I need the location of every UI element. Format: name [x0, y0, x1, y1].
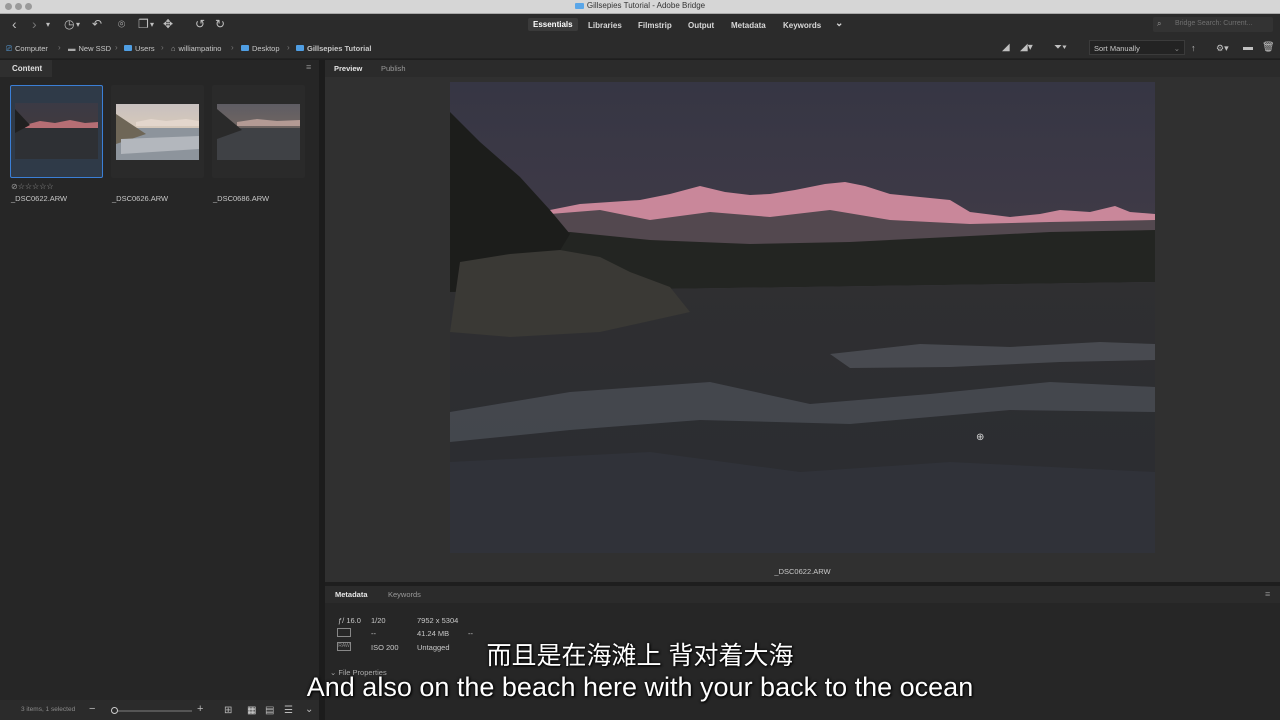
breadcrumb-separator: › — [231, 43, 234, 52]
trash-icon[interactable]: 🗑 — [1262, 40, 1275, 56]
slider-handle[interactable] — [111, 707, 118, 714]
thumbnail-item[interactable] — [212, 85, 305, 178]
thumbnail-size-slider[interactable] — [114, 710, 192, 712]
preview-filename: _DSC0622.ARW — [774, 567, 831, 576]
breadcrumb-separator: › — [161, 43, 164, 52]
workspace-libraries-tab[interactable]: Libraries — [588, 21, 622, 30]
metadata-panel-menu-icon[interactable]: ≡ — [1265, 589, 1270, 599]
rating-stars[interactable]: ⊘☆☆☆☆☆ — [11, 182, 54, 191]
tab-content[interactable]: Content — [0, 60, 52, 77]
workspace-output-tab[interactable]: Output — [688, 21, 714, 30]
rotate-left-icon[interactable]: ↺ — [195, 16, 205, 32]
new-folder-icon[interactable]: ▬ — [1243, 40, 1253, 56]
tab-preview[interactable]: Preview — [334, 64, 362, 73]
grid-lock-icon[interactable]: ⊞ — [224, 705, 232, 716]
workspace-essentials-tab[interactable]: Essentials — [528, 18, 578, 31]
forward-arrow-icon[interactable]: › — [32, 16, 37, 32]
bridge-search-input[interactable]: ⌕ Bridge Search: Current... — [1153, 17, 1273, 32]
dimensions-value: 7952 x 5304 — [417, 616, 459, 625]
folder-icon — [241, 45, 249, 51]
preview-image[interactable] — [450, 82, 1155, 553]
back-arrow-icon[interactable]: ‹ — [12, 16, 17, 32]
drive-icon: ▬ — [68, 44, 76, 53]
copy-dropdown-icon[interactable]: ▾ — [150, 17, 154, 33]
sort-select[interactable]: Sort Manually ⌄ — [1089, 40, 1185, 55]
selection-status: 3 items, 1 selected — [21, 706, 76, 713]
tab-metadata[interactable]: Metadata — [335, 590, 368, 599]
recent-files-icon[interactable]: ◷ — [64, 16, 74, 32]
breadcrumb-new-ssd[interactable]: ▬ New SSD — [68, 44, 111, 53]
thumbnail-filename: _DSC0626.ARW — [112, 194, 169, 203]
breadcrumb-separator: › — [58, 43, 61, 52]
refine-icon[interactable]: ✥ — [163, 16, 173, 32]
copy-to-icon[interactable]: ❐ — [138, 16, 149, 32]
thumbnail-filename: _DSC0622.ARW — [11, 194, 68, 203]
workspace-filmstrip-tab[interactable]: Filmstrip — [638, 21, 672, 30]
folder-icon — [296, 45, 304, 51]
filter-items-icon[interactable]: ⏷▾ — [1054, 40, 1067, 56]
workspace-more-icon[interactable]: ⌄ — [835, 18, 843, 29]
folder-icon — [574, 2, 584, 9]
search-icon: ⌕ — [1157, 19, 1162, 28]
thumbnail-image — [15, 103, 98, 159]
open-recent-icon[interactable]: ⚙▾ — [1216, 40, 1229, 56]
loupe-cursor-icon: ⊕ — [976, 432, 985, 443]
breadcrumb-gillsepies-tutorial[interactable]: Gillsepies Tutorial — [296, 44, 371, 53]
subtitle-english: And also on the beach here with your bac… — [306, 672, 974, 702]
tab-publish[interactable]: Publish — [381, 64, 406, 73]
rotate-right-icon[interactable]: ↻ — [215, 16, 225, 32]
view-list-icon[interactable]: ☰ — [284, 705, 293, 716]
breadcrumb-users[interactable]: Users — [124, 44, 155, 53]
breadcrumb-desktop[interactable]: Desktop — [241, 44, 280, 53]
get-photos-camera-icon[interactable]: ⌾ — [118, 16, 125, 32]
thumbnail-filename: _DSC0686.ARW — [213, 194, 270, 203]
return-to-app-icon[interactable]: ↶ — [92, 16, 102, 32]
home-icon: ⌂ — [171, 44, 176, 53]
history-dropdown-icon[interactable]: ▾ — [46, 17, 50, 33]
workspace-keywords-tab[interactable]: Keywords — [783, 21, 821, 30]
zoom-in-button[interactable]: + — [197, 703, 203, 715]
thumbnail-image — [116, 104, 199, 160]
rating-filter-icon[interactable]: ◢▾ — [1020, 40, 1033, 56]
view-thumbnails-icon[interactable]: ▦ — [247, 705, 256, 716]
thumbnail-item[interactable] — [10, 85, 103, 178]
quality-options-icon[interactable]: ◢ — [1002, 40, 1010, 56]
chevron-down-icon: ⌄ — [1173, 44, 1180, 53]
subtitle-chinese: 而且是在海滩上 背对着大海 — [486, 642, 794, 670]
workspace-metadata-tab[interactable]: Metadata — [731, 21, 766, 30]
thumbnail-item[interactable] — [111, 85, 204, 178]
recent-dropdown-icon[interactable]: ▾ — [76, 17, 80, 33]
view-options-chevron-icon[interactable]: ⌄ — [305, 704, 313, 715]
breadcrumb-separator: › — [115, 43, 118, 52]
breadcrumb-separator: › — [287, 43, 290, 52]
window-title: Gillsepies Tutorial - Adobe Bridge — [0, 1, 1280, 10]
zoom-out-button[interactable]: − — [89, 703, 95, 715]
aperture-value: ƒ/ 16.0 — [338, 616, 361, 625]
thumbnail-image — [217, 104, 300, 160]
panel-menu-icon[interactable]: ≡ — [306, 62, 311, 72]
shutter-value: 1/20 — [371, 616, 386, 625]
preview-tab-bar — [325, 60, 1280, 77]
breadcrumb-home[interactable]: ⌂ williampatino — [171, 44, 221, 53]
computer-icon: ⎚ — [6, 44, 12, 53]
metadata-tab-bar — [325, 586, 1280, 603]
sort-ascending-icon[interactable]: ↑ — [1191, 40, 1196, 56]
folder-icon — [124, 45, 132, 51]
breadcrumb-computer[interactable]: ⎚ Computer — [6, 44, 48, 54]
tab-keywords[interactable]: Keywords — [388, 590, 421, 599]
view-details-icon[interactable]: ▤ — [265, 705, 274, 716]
